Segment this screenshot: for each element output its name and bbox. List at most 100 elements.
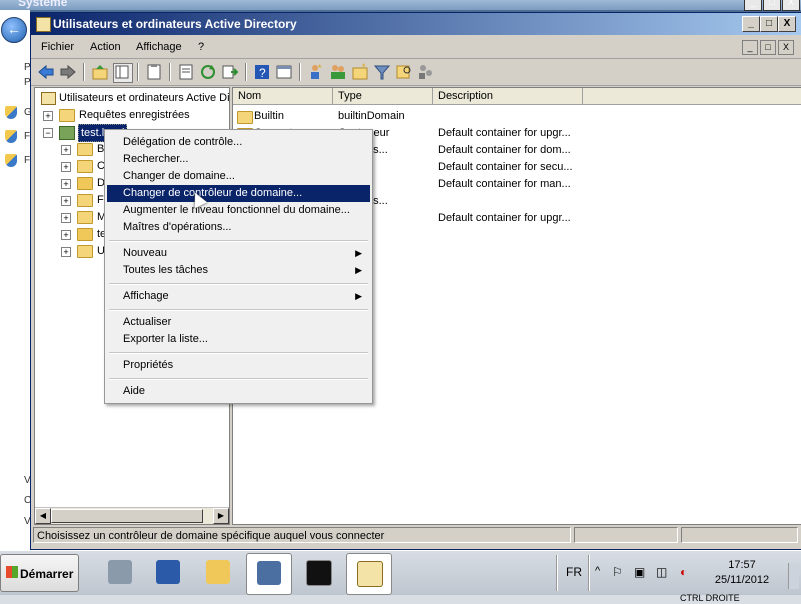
ou-folder-icon xyxy=(77,177,93,190)
refresh-icon[interactable] xyxy=(199,63,217,81)
background-minimize-button[interactable]: _ xyxy=(744,0,762,11)
context-menu: Délégation de contrôle... Rechercher... … xyxy=(104,129,373,404)
network-icon[interactable]: ▣ xyxy=(634,565,645,579)
column-header-name[interactable]: Nom xyxy=(233,88,333,105)
tree-horizontal-scrollbar[interactable]: ◀ ▶ xyxy=(35,507,229,524)
clock[interactable]: 17:57 25/11/2012 xyxy=(700,558,784,588)
taskbar-mmc[interactable] xyxy=(246,553,292,595)
menu-separator xyxy=(109,309,368,311)
new-ou-icon[interactable]: * xyxy=(351,62,369,81)
close-button[interactable]: X xyxy=(778,16,796,32)
menu-item-raise-functional-level[interactable]: Augmenter le niveau fonctionnel du domai… xyxy=(107,202,370,219)
start-button[interactable]: Démarrer xyxy=(0,554,79,592)
menu-item-refresh[interactable]: Actualiser xyxy=(107,314,370,331)
new-user-icon[interactable]: * xyxy=(307,63,325,81)
menu-item-operations-masters[interactable]: Maîtres d'opérations... xyxy=(107,219,370,236)
menu-separator xyxy=(109,283,368,285)
column-header-type[interactable]: Type xyxy=(333,88,433,105)
menu-item-export-list[interactable]: Exporter la liste... xyxy=(107,331,370,348)
expand-icon[interactable]: + xyxy=(61,179,71,189)
expand-icon[interactable]: + xyxy=(61,162,71,172)
menu-item-delegate-control[interactable]: Délégation de contrôle... xyxy=(107,134,370,151)
svg-text:?: ? xyxy=(259,66,266,80)
expand-icon[interactable]: + xyxy=(61,145,71,155)
minimize-button[interactable]: _ xyxy=(742,16,760,32)
expand-icon[interactable]: + xyxy=(61,196,71,206)
tree-root-label: Utilisateurs et ordinateurs Active Di xyxy=(59,92,230,104)
window-titlebar[interactable]: Utilisateurs et ordinateurs Active Direc… xyxy=(31,13,801,35)
taskbar-cmd[interactable] xyxy=(296,553,340,593)
menu-item-change-domain[interactable]: Changer de domaine... xyxy=(107,168,370,185)
folder-icon xyxy=(237,111,253,124)
cell-description: Default container for upgr... xyxy=(438,212,571,224)
menu-help[interactable]: ? xyxy=(198,41,204,53)
expand-icon[interactable]: + xyxy=(43,111,53,121)
background-close-button[interactable]: X xyxy=(782,0,800,11)
submenu-arrow-icon: ▶ xyxy=(355,265,362,275)
menu-view[interactable]: Affichage xyxy=(136,41,182,53)
find-icon[interactable] xyxy=(395,63,413,81)
menu-item-change-domain-controller[interactable]: Changer de contrôleur de domaine... xyxy=(107,185,370,202)
status-pane xyxy=(681,527,798,543)
status-pane xyxy=(574,527,678,543)
expand-icon[interactable]: + xyxy=(61,213,71,223)
folder-icon xyxy=(77,160,93,173)
filter-icon[interactable] xyxy=(373,63,391,81)
tree-item-label: F xyxy=(97,194,104,206)
action-center-flag-icon[interactable]: ⚐ xyxy=(612,565,623,579)
expand-icon[interactable]: + xyxy=(61,230,71,240)
language-indicator[interactable]: FR xyxy=(566,565,582,579)
clock-time: 17:57 xyxy=(728,559,756,571)
forward-icon[interactable] xyxy=(59,63,77,81)
show-desktop-button[interactable] xyxy=(788,563,799,589)
column-header-filler xyxy=(583,88,801,105)
scroll-left-icon[interactable]: ◀ xyxy=(35,508,51,524)
status-bar: Choisissez un contrôleur de domaine spéc… xyxy=(31,525,801,547)
menu-item-view[interactable]: Affichage ▶ xyxy=(107,288,370,305)
column-header-description[interactable]: Description xyxy=(433,88,583,105)
menu-file[interactable]: Fichier xyxy=(41,41,74,53)
menu-action[interactable]: Action xyxy=(90,41,121,53)
maximize-button[interactable]: □ xyxy=(760,16,778,32)
domain-icon xyxy=(59,126,75,140)
console-icon[interactable] xyxy=(275,63,293,81)
back-icon[interactable] xyxy=(37,63,55,81)
menu-item-all-tasks[interactable]: Toutes les tâches ▶ xyxy=(107,262,370,279)
menu-item-help[interactable]: Aide xyxy=(107,383,370,400)
powershell-icon xyxy=(156,560,180,584)
taskbar-aduc[interactable] xyxy=(346,553,392,595)
taskbar-powershell[interactable] xyxy=(146,553,190,593)
new-group-icon[interactable] xyxy=(329,63,347,81)
up-folder-icon[interactable] xyxy=(91,63,109,81)
scroll-right-icon[interactable]: ▶ xyxy=(213,508,229,524)
svg-text:*: * xyxy=(318,63,322,73)
taskbar-server-manager[interactable] xyxy=(98,553,142,593)
start-label: Démarrer xyxy=(20,567,74,581)
properties-icon[interactable] xyxy=(177,63,195,81)
menu-separator xyxy=(109,240,368,242)
mdi-maximize-button[interactable]: □ xyxy=(760,40,776,55)
menu-bar: Fichier Action Affichage ? _ □ X xyxy=(31,36,801,59)
mdi-close-button[interactable]: X xyxy=(778,40,794,55)
mdi-minimize-button[interactable]: _ xyxy=(742,40,758,55)
scroll-thumb[interactable] xyxy=(51,509,203,523)
volume-muted-icon[interactable]: ◐ xyxy=(680,565,687,579)
menu-item-new[interactable]: Nouveau ▶ xyxy=(107,245,370,262)
collapse-icon[interactable]: − xyxy=(43,128,53,138)
device-icon[interactable]: ◫ xyxy=(656,565,667,579)
expand-icon[interactable]: + xyxy=(61,247,71,257)
taskbar-explorer[interactable] xyxy=(196,553,240,593)
background-maximize-button[interactable]: □ xyxy=(763,0,781,11)
add-to-group-icon[interactable] xyxy=(417,63,435,81)
ou-folder-icon xyxy=(77,228,93,241)
show-tree-icon[interactable] xyxy=(113,63,133,83)
back-arrow-icon[interactable]: ← xyxy=(1,17,27,43)
menu-item-find[interactable]: Rechercher... xyxy=(107,151,370,168)
table-row[interactable]: Builtin builtinDomain xyxy=(233,108,801,125)
shield-icon xyxy=(5,130,17,143)
help-icon[interactable]: ? xyxy=(253,63,271,81)
export-icon[interactable] xyxy=(221,63,239,81)
menu-item-properties[interactable]: Propriétés xyxy=(107,357,370,374)
show-hidden-icons-icon[interactable]: ^ xyxy=(595,565,600,577)
clipboard-icon[interactable] xyxy=(145,63,163,81)
